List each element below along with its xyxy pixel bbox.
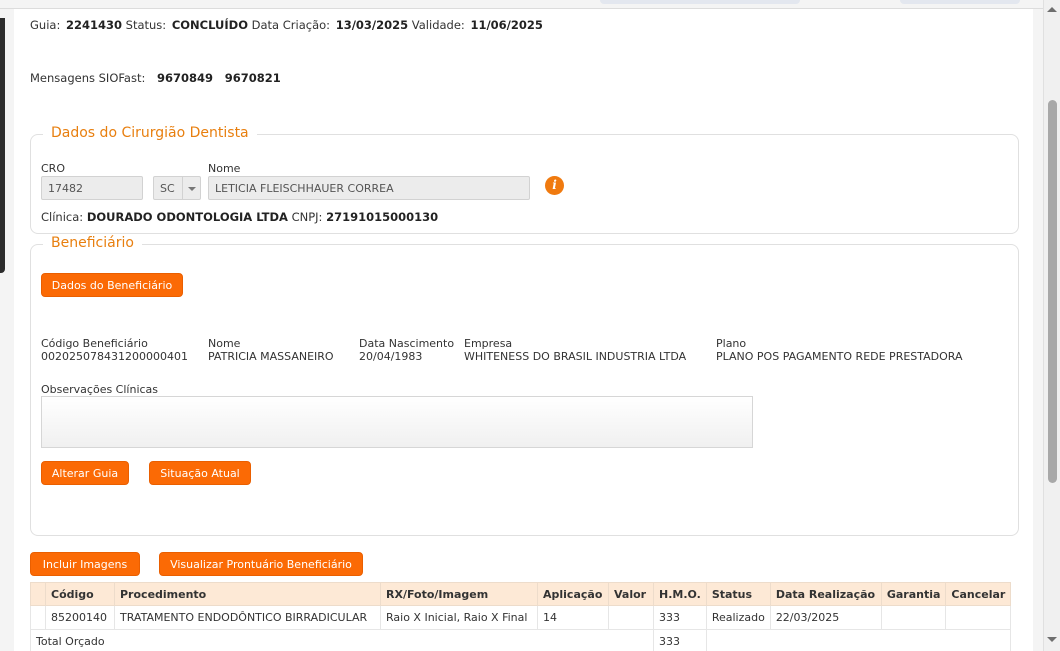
- validade-label: Validade:: [411, 18, 465, 32]
- uf-selected-value: SC: [160, 182, 175, 195]
- tab-indicator: [900, 0, 1020, 4]
- codigo-beneficiario-label: Código Beneficiário: [41, 337, 148, 350]
- table-header-row: Código Procedimento RX/Foto/Imagem Aplic…: [30, 582, 1012, 606]
- info-icon[interactable]: i: [545, 176, 564, 195]
- right-edge: [1033, 9, 1043, 651]
- cell-cancelar[interactable]: [945, 605, 1012, 630]
- alterar-guia-button[interactable]: Alterar Guia: [41, 461, 129, 485]
- column-header-codigo[interactable]: Código: [45, 582, 115, 606]
- codigo-beneficiario-value: 002025078431200000401: [41, 350, 188, 363]
- empresa-label: Empresa: [464, 337, 513, 350]
- cell-select[interactable]: [30, 605, 46, 630]
- scroll-down-arrow-icon[interactable]: [1047, 637, 1057, 642]
- column-header-procedimento[interactable]: Procedimento: [114, 582, 381, 606]
- column-header-hmo[interactable]: H.M.O.: [653, 582, 707, 606]
- guia-number: 2241430: [65, 18, 122, 32]
- clinica-value: DOURADO ODONTOLOGIA LTDA: [86, 210, 288, 224]
- mensagem-id: 9670849: [157, 71, 214, 85]
- total-row: Total Orçado 333: [30, 629, 1012, 651]
- nome-dentista-field[interactable]: LETICIA FLEISCHHAUER CORREA: [208, 176, 530, 200]
- mensagens-label: Mensagens SIOFast:: [30, 71, 146, 85]
- column-header-garantia[interactable]: Garantia: [880, 582, 947, 606]
- mensagens-siofast-line: Mensagens SIOFast: 9670849 9670821: [30, 71, 281, 85]
- tab-indicator: [600, 0, 800, 4]
- left-edge: [0, 9, 14, 651]
- column-header-rx[interactable]: RX/Foto/Imagem: [380, 582, 538, 606]
- status-value: CONCLUÍDO: [171, 18, 248, 32]
- dados-beneficiario-button[interactable]: Dados do Beneficiário: [41, 273, 183, 297]
- procedimentos-table: Código Procedimento RX/Foto/Imagem Aplic…: [30, 582, 1012, 651]
- cnpj-value: 27191015000130: [326, 210, 439, 224]
- clinica-line: Clínica: DOURADO ODONTOLOGIA LTDA CNPJ: …: [41, 210, 438, 224]
- beneficiario-legend: Beneficiário: [43, 235, 142, 251]
- cnpj-label: CNPJ:: [291, 210, 323, 224]
- incluir-imagens-button[interactable]: Incluir Imagens: [30, 552, 140, 576]
- observacoes-label: Observações Clínicas: [41, 383, 159, 396]
- cell-data-realizacao: 22/03/2025: [769, 605, 882, 630]
- mensagem-id: 9670821: [224, 71, 281, 85]
- column-header-cancelar[interactable]: Cancelar: [945, 582, 1012, 606]
- column-header-valor[interactable]: Valor: [608, 582, 654, 606]
- scrollbar-thumb[interactable]: [1048, 100, 1057, 483]
- cell-codigo: 85200140: [45, 605, 115, 630]
- visualizar-prontuario-button[interactable]: Visualizar Prontuário Beneficiário: [159, 552, 363, 576]
- nome-beneficiario-label: Nome: [208, 337, 241, 350]
- column-header-data-realizacao[interactable]: Data Realização: [769, 582, 882, 606]
- cell-garantia[interactable]: [880, 605, 947, 630]
- total-hmo-value: 333: [653, 629, 707, 651]
- browser-top-strip: [0, 0, 1043, 9]
- table-row[interactable]: 85200140 TRATAMENTO ENDODÔNTICO BIRRADIC…: [30, 605, 1012, 630]
- chevron-down-icon: [182, 177, 200, 199]
- cell-rx: Raio X Inicial, Raio X Final: [380, 605, 538, 630]
- data-criacao-value: 13/03/2025: [335, 18, 409, 32]
- cell-status: Realizado: [705, 605, 771, 630]
- side-panel-tab[interactable]: [0, 18, 5, 273]
- data-criacao-label: Data Criação:: [251, 18, 331, 32]
- cell-valor: [608, 605, 654, 630]
- cro-label: CRO: [41, 162, 65, 175]
- guia-info-line: Guia: 2241430 Status: CONCLUÍDO Data Cri…: [30, 18, 543, 32]
- plano-label: Plano: [716, 337, 747, 350]
- column-header-status[interactable]: Status: [705, 582, 771, 606]
- scroll-up-arrow-icon[interactable]: [1047, 7, 1057, 12]
- nome-beneficiario-value: PATRICIA MASSANEIRO: [208, 350, 334, 363]
- nome-dentista-label: Nome: [208, 162, 241, 175]
- cell-aplicacao: 14: [537, 605, 609, 630]
- dentista-legend: Dados do Cirurgião Dentista: [43, 125, 257, 141]
- situacao-atual-button[interactable]: Situação Atual: [149, 461, 251, 485]
- cell-hmo: 333: [653, 605, 707, 630]
- cell-procedimento: TRATAMENTO ENDODÔNTICO BIRRADICULAR: [114, 605, 381, 630]
- total-row-empty: [705, 629, 1012, 651]
- plano-value: PLANO POS PAGAMENTO REDE PRESTADORA: [716, 350, 963, 363]
- uf-select[interactable]: SC: [153, 176, 201, 200]
- total-orcado-label: Total Orçado: [30, 629, 654, 651]
- column-header-select: [30, 582, 46, 606]
- guia-label: Guia:: [30, 18, 61, 32]
- cro-field[interactable]: 17482: [41, 176, 143, 200]
- vertical-scrollbar[interactable]: [1043, 0, 1060, 651]
- observacoes-textarea[interactable]: [41, 396, 753, 448]
- empresa-value: WHITENESS DO BRASIL INDUSTRIA LTDA: [464, 350, 687, 363]
- column-header-aplicacao[interactable]: Aplicação: [537, 582, 609, 606]
- validade-value: 11/06/2025: [470, 18, 543, 32]
- clinica-label: Clínica:: [41, 210, 84, 224]
- status-label: Status:: [125, 18, 167, 32]
- data-nascimento-label: Data Nascimento: [359, 337, 455, 350]
- data-nascimento-value: 20/04/1983: [359, 350, 423, 363]
